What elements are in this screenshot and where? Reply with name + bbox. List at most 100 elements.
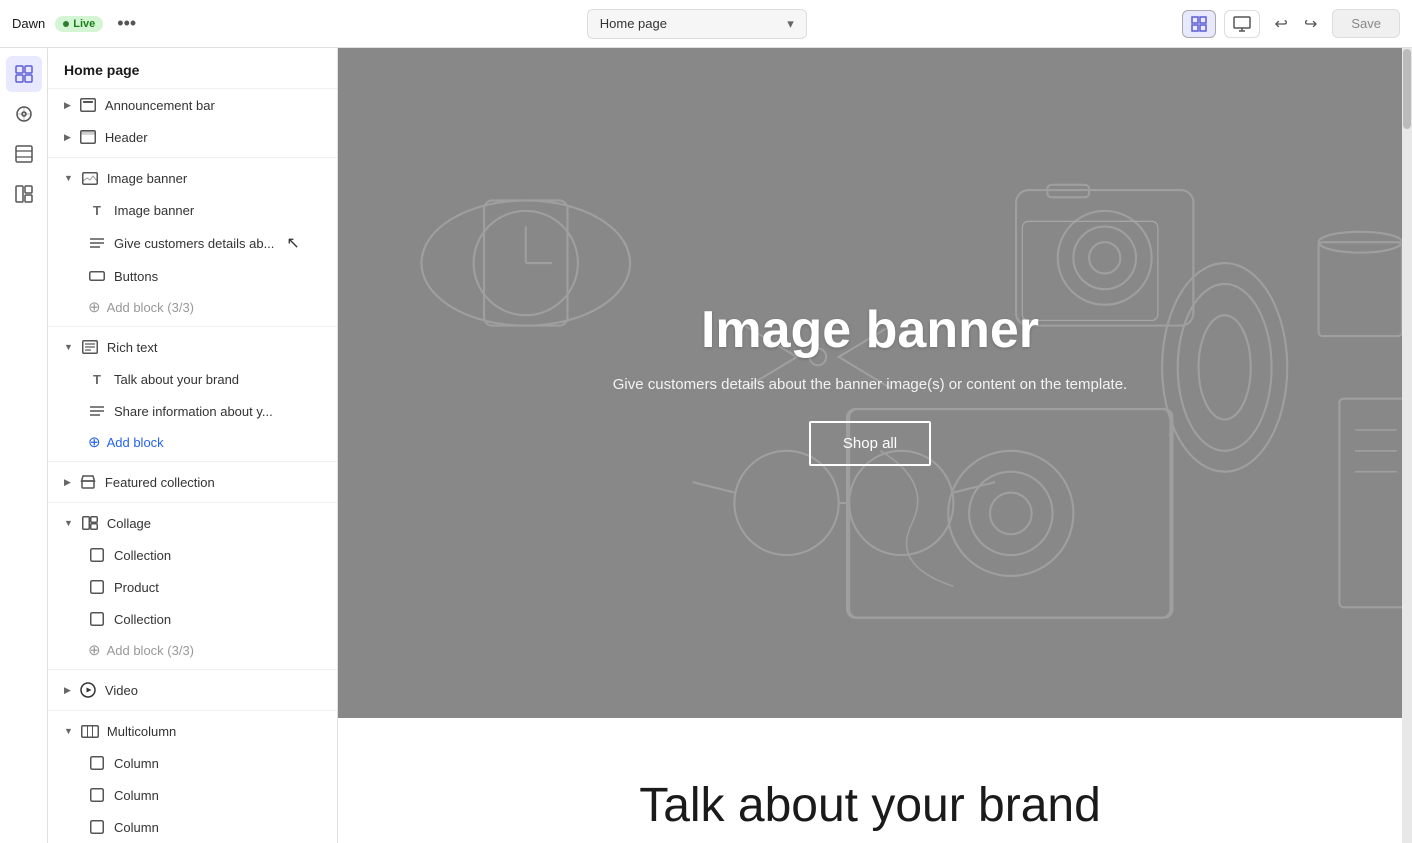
text-t-icon: T — [88, 370, 106, 388]
sidebar-item-video[interactable]: ▶ Video — [48, 674, 337, 706]
chevron-right-icon: ▶ — [64, 132, 71, 143]
chevron-down-icon: ▼ — [64, 518, 73, 528]
divider-4 — [48, 502, 337, 503]
sidebar-item-featured-collection[interactable]: ▶ Featured collection — [48, 466, 337, 498]
image-banner-label: Image banner — [107, 171, 187, 186]
brand-title: Talk about your brand — [378, 778, 1362, 833]
add-block-collage-label: Add block (3/3) — [107, 643, 194, 658]
scrollbar-track[interactable] — [1402, 48, 1412, 843]
sidebar-item-collage-product[interactable]: Product — [48, 571, 337, 603]
plus-icon: ⊕ — [88, 641, 101, 659]
sidebar-item-image-banner[interactable]: ▼ Image banner — [48, 162, 337, 194]
undo-redo-group: ↩ ↪ — [1268, 9, 1325, 39]
square-icon — [88, 786, 106, 804]
icon-sidebar — [0, 48, 48, 843]
page-selector-value: Home page — [600, 16, 667, 31]
plus-blue-icon: ⊕ — [88, 433, 101, 451]
blocks-icon — [15, 185, 33, 203]
preview-area: Image banner Give customers details abou… — [338, 48, 1402, 843]
panel-body: ▶ Announcement bar ▶ Header ▼ — [48, 89, 337, 843]
announcement-bar-label: Announcement bar — [105, 98, 215, 113]
desktop-view-button[interactable] — [1224, 10, 1260, 38]
sidebar-item-announcement-bar[interactable]: ▶ Announcement bar — [48, 89, 337, 121]
chevron-down-icon: ▼ — [64, 342, 73, 352]
sidebar-item-rich-text[interactable]: ▼ Rich text — [48, 331, 337, 363]
selection-icon — [1191, 16, 1207, 32]
image-banner-buttons-label: Buttons — [114, 269, 158, 284]
featured-collection-label: Featured collection — [105, 475, 215, 490]
add-block-image-banner-label: Add block (3/3) — [107, 300, 194, 315]
redo-button[interactable]: ↪ — [1297, 9, 1324, 39]
multicolumn-label: Multicolumn — [107, 724, 176, 739]
lines-icon — [88, 402, 106, 420]
more-options-button[interactable]: ••• — [113, 9, 140, 38]
sidebar-item-header[interactable]: ▶ Header — [48, 121, 337, 153]
sidebar-item-image-banner-desc[interactable]: Give customers details ab... ↖ — [48, 226, 337, 260]
sidebar-item-multicolumn-col-1[interactable]: Column — [48, 747, 337, 779]
collage-label: Collage — [107, 516, 151, 531]
section-panel: Home page ▶ Announcement bar ▶ Header — [48, 48, 338, 843]
save-button[interactable]: Save — [1332, 9, 1400, 38]
rich-text-body-label: Share information about y... — [114, 404, 273, 419]
plus-icon: ⊕ — [88, 298, 101, 316]
page-selector[interactable]: Home page ▾ — [587, 9, 807, 39]
square-icon — [88, 546, 106, 564]
theme-icon — [15, 105, 33, 123]
image-banner-icon — [81, 169, 99, 187]
chevron-down-icon: ▾ — [787, 16, 794, 32]
square-icon — [88, 610, 106, 628]
sidebar-icon-sections[interactable] — [6, 136, 42, 172]
multicolumn-icon — [81, 722, 99, 740]
banner-section: Image banner Give customers details abou… — [338, 48, 1402, 718]
chevron-down-icon: ▼ — [64, 173, 73, 183]
collage-collection-2-label: Collection — [114, 612, 171, 627]
sidebar-item-image-banner-title[interactable]: T Image banner — [48, 194, 337, 226]
header-label: Header — [105, 130, 148, 145]
chevron-right-icon: ▶ — [64, 100, 71, 111]
multicolumn-col-1-label: Column — [114, 756, 159, 771]
divider-3 — [48, 461, 337, 462]
sidebar-item-rich-text-body[interactable]: Share information about y... — [48, 395, 337, 427]
theme-name: Dawn — [12, 16, 45, 31]
dashboard-icon — [15, 65, 33, 83]
banner-description: Give customers details about the banner … — [613, 376, 1127, 393]
sections-icon — [15, 145, 33, 163]
divider-6 — [48, 710, 337, 711]
header-icon — [79, 128, 97, 146]
sidebar-icon-theme[interactable] — [6, 96, 42, 132]
sidebar-item-multicolumn-col-3[interactable]: Column — [48, 811, 337, 843]
sidebar-item-collage-collection-2[interactable]: Collection — [48, 603, 337, 635]
scrollbar-thumb[interactable] — [1403, 49, 1411, 129]
undo-button[interactable]: ↩ — [1268, 9, 1295, 39]
add-block-rich-text[interactable]: ⊕ Add block — [48, 427, 337, 457]
divider-2 — [48, 326, 337, 327]
sidebar-item-rich-text-heading[interactable]: T Talk about your brand — [48, 363, 337, 395]
cursor-indicator: ↖ — [286, 233, 299, 253]
lines-icon — [88, 234, 106, 252]
banner-shop-all-button[interactable]: Shop all — [809, 421, 931, 466]
sidebar-item-multicolumn-col-2[interactable]: Column — [48, 779, 337, 811]
collage-product-label: Product — [114, 580, 159, 595]
main-layout: Home page ▶ Announcement bar ▶ Header — [0, 48, 1412, 843]
sidebar-item-collage[interactable]: ▼ Collage — [48, 507, 337, 539]
topbar-right: ↩ ↪ Save — [1182, 9, 1400, 39]
sidebar-item-image-banner-buttons[interactable]: Buttons — [48, 260, 337, 292]
panel-header: Home page — [48, 48, 337, 89]
multicolumn-col-2-label: Column — [114, 788, 159, 803]
topbar: Dawn Live ••• Home page ▾ — [0, 0, 1412, 48]
sidebar-icon-blocks[interactable] — [6, 176, 42, 212]
divider-5 — [48, 669, 337, 670]
square-icon — [88, 818, 106, 836]
sidebar-item-multicolumn[interactable]: ▼ Multicolumn — [48, 715, 337, 747]
announcement-bar-icon — [79, 96, 97, 114]
add-block-image-banner: ⊕ Add block (3/3) — [48, 292, 337, 322]
sidebar-item-collage-collection-1[interactable]: Collection — [48, 539, 337, 571]
panel-title: Home page — [64, 62, 139, 78]
square-icon — [88, 754, 106, 772]
collage-collection-1-label: Collection — [114, 548, 171, 563]
selection-tool-button[interactable] — [1182, 10, 1216, 38]
rich-text-label: Rich text — [107, 340, 158, 355]
sidebar-icon-dashboard[interactable] — [6, 56, 42, 92]
image-banner-desc-label: Give customers details ab... — [114, 236, 274, 251]
image-banner-title-label: Image banner — [114, 203, 194, 218]
